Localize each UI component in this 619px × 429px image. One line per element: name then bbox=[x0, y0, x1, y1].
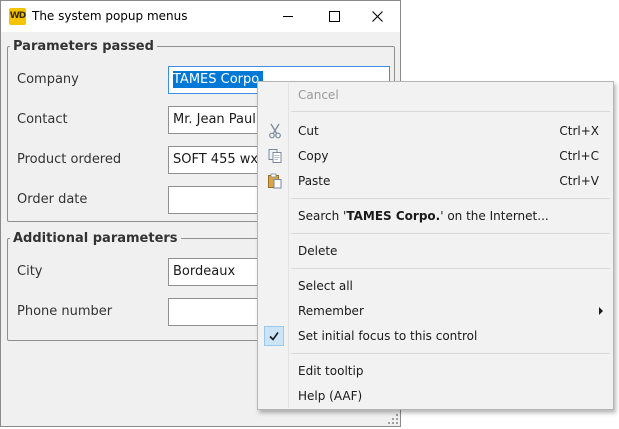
context-menu: Cancel Cut Ctrl+X Copy Ctrl+C Paste Ctrl… bbox=[257, 81, 614, 410]
product-ordered-label: Product ordered bbox=[17, 152, 122, 167]
menu-item-select-all[interactable]: Select all bbox=[260, 275, 611, 297]
menu-separator bbox=[291, 268, 610, 269]
window-title: The system popup menus bbox=[32, 9, 188, 23]
menu-item-cancel[interactable]: Cancel bbox=[260, 84, 611, 106]
menu-separator bbox=[291, 198, 610, 199]
menu-item-cut[interactable]: Cut Ctrl+X bbox=[260, 120, 611, 142]
close-button[interactable] bbox=[354, 1, 400, 32]
minimize-button[interactable] bbox=[265, 1, 311, 32]
chevron-right-icon bbox=[599, 307, 603, 315]
menu-item-delete-label: Delete bbox=[298, 244, 338, 258]
menu-item-search-internet[interactable]: Search 'TAMES Corpo.' on the Internet... bbox=[260, 205, 611, 227]
title-bar[interactable]: WD The system popup menus bbox=[1, 1, 400, 32]
menu-item-remember[interactable]: Remember bbox=[260, 300, 611, 322]
order-date-label: Order date bbox=[17, 192, 88, 207]
menu-item-cut-shortcut: Ctrl+X bbox=[559, 124, 599, 138]
menu-separator bbox=[291, 111, 610, 112]
search-suffix: ' on the Internet... bbox=[440, 209, 549, 223]
city-label: City bbox=[17, 264, 43, 279]
company-input-selected-text: TAMES Corpo. bbox=[173, 71, 264, 88]
copy-icon bbox=[266, 147, 284, 165]
menu-item-set-initial-focus[interactable]: Set initial focus to this control bbox=[260, 325, 611, 347]
search-term: TAMES Corpo. bbox=[346, 209, 441, 223]
menu-item-help[interactable]: Help (AAF) bbox=[260, 385, 611, 407]
menu-item-paste-label: Paste bbox=[298, 174, 331, 188]
additional-parameters-legend: Additional parameters bbox=[13, 231, 178, 246]
menu-item-cut-label: Cut bbox=[298, 124, 319, 138]
close-icon bbox=[371, 11, 383, 22]
menu-item-delete[interactable]: Delete bbox=[260, 240, 611, 262]
menu-separator bbox=[291, 233, 610, 234]
menu-item-cancel-label: Cancel bbox=[298, 88, 339, 102]
menu-item-copy-label: Copy bbox=[298, 149, 329, 163]
contact-label: Contact bbox=[17, 112, 68, 127]
menu-item-remember-label: Remember bbox=[298, 304, 364, 318]
resize-grip-icon[interactable] bbox=[388, 414, 398, 424]
menu-item-paste-shortcut: Ctrl+V bbox=[559, 174, 599, 188]
minimize-icon bbox=[283, 16, 293, 17]
menu-item-edit-tooltip-label: Edit tooltip bbox=[298, 364, 364, 378]
menu-item-select-all-label: Select all bbox=[298, 279, 353, 293]
menu-separator bbox=[291, 353, 610, 354]
paste-icon bbox=[266, 172, 284, 190]
menu-item-search-label: Search 'TAMES Corpo.' on the Internet... bbox=[298, 205, 549, 227]
scissors-icon bbox=[266, 122, 284, 140]
parameters-passed-legend: Parameters passed bbox=[13, 39, 154, 54]
app-logo-icon: WD bbox=[9, 8, 26, 25]
menu-item-copy-shortcut: Ctrl+C bbox=[559, 149, 599, 163]
company-label: Company bbox=[17, 72, 79, 87]
maximize-icon bbox=[328, 11, 340, 22]
menu-item-paste[interactable]: Paste Ctrl+V bbox=[260, 170, 611, 192]
menu-item-set-focus-label: Set initial focus to this control bbox=[298, 329, 478, 343]
menu-item-edit-tooltip[interactable]: Edit tooltip bbox=[260, 360, 611, 382]
menu-item-copy[interactable]: Copy Ctrl+C bbox=[260, 145, 611, 167]
phone-number-label: Phone number bbox=[17, 304, 113, 319]
search-prefix: Search ' bbox=[298, 209, 347, 223]
menu-item-help-label: Help (AAF) bbox=[298, 389, 363, 403]
maximize-button[interactable] bbox=[311, 1, 357, 32]
checkmark-icon bbox=[264, 326, 284, 346]
